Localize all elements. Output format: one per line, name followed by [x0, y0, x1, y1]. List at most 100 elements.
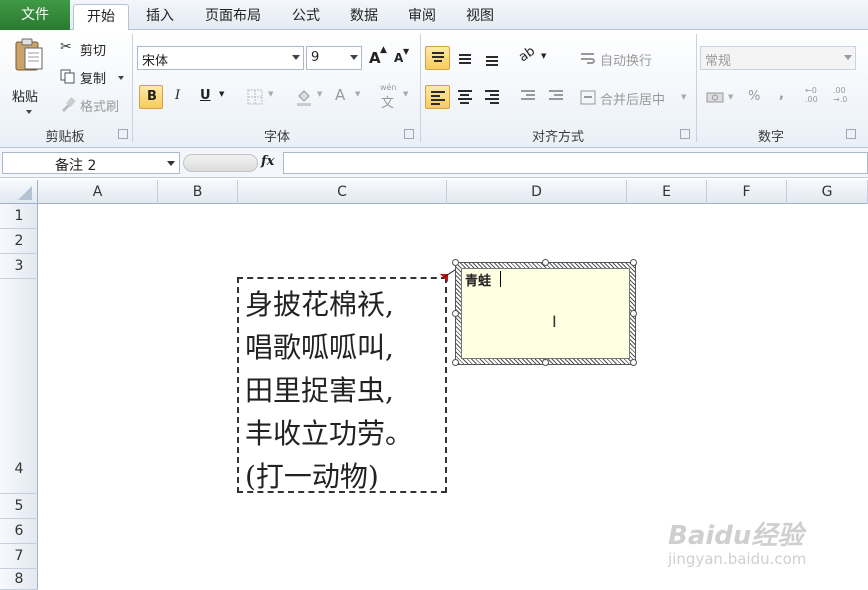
align-top-button[interactable]	[425, 46, 450, 70]
column-header[interactable]: B	[158, 180, 238, 204]
decrease-indent-button[interactable]	[516, 85, 541, 109]
align-center-button[interactable]	[453, 85, 478, 109]
font-color-button[interactable]: A ▼	[330, 85, 364, 109]
formula-input[interactable]	[283, 152, 868, 174]
number-dialog-launcher[interactable]	[846, 129, 856, 139]
comment-box[interactable]: 青蛙 I	[452, 259, 637, 366]
grow-font-button[interactable]: A ▲	[366, 45, 387, 70]
row-header-bar: 1 2 3 4 5 6 7 8	[0, 204, 38, 590]
align-right-icon	[485, 90, 499, 106]
row-header[interactable]: 5	[0, 494, 38, 519]
column-header-bar: A B C D E F G	[0, 180, 868, 204]
wrap-text-button[interactable]: 自动换行	[578, 48, 678, 70]
clipboard-group-label: 剪贴板	[45, 130, 85, 145]
column-header[interactable]: F	[707, 180, 787, 204]
cell-c4[interactable]: 身披花棉袄, 唱歌呱呱叫, 田里捉害虫, 丰收立功劳。 (打一动物)	[237, 277, 447, 493]
row-header[interactable]: 7	[0, 544, 38, 569]
column-header[interactable]: A	[38, 180, 158, 204]
resize-handle[interactable]	[630, 310, 637, 317]
comma-style-button[interactable]: ,	[772, 87, 792, 109]
resize-handle[interactable]	[452, 259, 459, 266]
underline-button[interactable]: U ▼	[195, 85, 227, 109]
resize-handle[interactable]	[542, 259, 549, 266]
align-center-icon	[458, 90, 472, 106]
column-header[interactable]: C	[238, 180, 447, 204]
align-right-button[interactable]	[480, 85, 505, 109]
tab-formulas[interactable]: 公式	[282, 4, 330, 30]
select-all-button[interactable]	[0, 180, 38, 204]
decrease-decimal-button[interactable]: .00 →.0	[832, 86, 856, 109]
tab-file[interactable]: 文件	[0, 0, 70, 30]
decrease-decimal-icon: .00 →.0	[833, 86, 848, 104]
row-header[interactable]: 1	[0, 204, 38, 229]
paste-button[interactable]: 粘贴	[6, 36, 50, 122]
clipboard-dialog-launcher[interactable]	[118, 129, 128, 139]
watermark-url: jingyan.baidu.com	[668, 550, 807, 568]
bold-button[interactable]: B	[139, 85, 163, 109]
riddle-line: 田里捉害虫,	[245, 374, 394, 407]
align-left-button[interactable]	[425, 85, 450, 109]
row-header[interactable]: 8	[0, 569, 38, 590]
row-header[interactable]: 3	[0, 254, 38, 279]
tab-view[interactable]: 视图	[456, 4, 504, 30]
name-box[interactable]: 备注 2	[2, 152, 180, 174]
alignment-dialog-launcher[interactable]	[680, 129, 690, 139]
format-painter-button[interactable]: 格式刷	[58, 94, 128, 116]
comment-text-area[interactable]: 青蛙 I	[461, 268, 630, 359]
row-header[interactable]: 6	[0, 519, 38, 544]
paste-label: 粘贴	[12, 90, 39, 105]
name-box-value: 备注 2	[55, 158, 97, 174]
tab-home[interactable]: 开始	[73, 4, 129, 31]
merge-center-button[interactable]: 合并后居中 ▼	[578, 87, 688, 109]
column-header[interactable]: D	[447, 180, 627, 204]
borders-button[interactable]: ▼	[243, 85, 277, 109]
number-format-combo[interactable]: 常规	[700, 46, 856, 70]
percent-style-button[interactable]: %	[744, 87, 764, 109]
font-name-combo[interactable]: 宋体	[137, 46, 304, 70]
grow-font-icon: A	[369, 49, 381, 67]
align-middle-button[interactable]	[453, 46, 478, 70]
row-header[interactable]: 2	[0, 229, 38, 254]
paint-bucket-icon	[297, 90, 311, 106]
borders-icon	[247, 89, 263, 105]
chevron-down-icon: ▼	[219, 90, 225, 98]
increase-decimal-button[interactable]: ←0.00	[804, 86, 828, 109]
riddle-line: 丰收立功劳。	[245, 417, 414, 450]
fill-color-button[interactable]: ▼	[292, 85, 326, 109]
currency-icon	[706, 92, 724, 103]
chevron-down-icon: ▼	[355, 90, 361, 98]
accounting-format-button[interactable]: ▼	[704, 87, 736, 109]
comment-text: 青蛙	[465, 274, 492, 289]
tab-page-layout[interactable]: 页面布局	[194, 4, 272, 30]
insert-function-button[interactable]: fx	[258, 153, 280, 173]
column-header[interactable]: E	[627, 180, 707, 204]
shrink-font-button[interactable]: A ▼	[390, 47, 410, 70]
tab-review[interactable]: 审阅	[398, 4, 446, 30]
resize-handle[interactable]	[542, 359, 549, 366]
font-size-combo[interactable]: 9	[306, 46, 362, 70]
increase-indent-button[interactable]	[544, 85, 569, 109]
paste-dropdown-arrow-icon	[26, 110, 32, 114]
resize-handle[interactable]	[452, 359, 459, 366]
wrap-text-label: 自动换行	[600, 54, 653, 69]
cut-button[interactable]: ✂ 剪切	[58, 38, 128, 60]
italic-button[interactable]: I	[167, 85, 191, 109]
column-header[interactable]: G	[787, 180, 868, 204]
text-orientation-icon: ab	[516, 43, 539, 66]
align-bottom-button[interactable]	[480, 46, 505, 70]
row-header[interactable]: 4	[0, 279, 38, 494]
chevron-down-icon: ▼	[317, 90, 323, 98]
font-dialog-launcher[interactable]	[404, 129, 414, 139]
tab-insert[interactable]: 插入	[136, 4, 184, 30]
font-group-label: 字体	[263, 130, 290, 145]
resize-handle[interactable]	[630, 359, 637, 366]
phonetic-button[interactable]: wén 文 ▼	[378, 83, 412, 111]
tab-data[interactable]: 数据	[340, 4, 388, 30]
comma-icon: ,	[779, 87, 784, 102]
copy-button[interactable]: 复制	[58, 66, 128, 88]
function-icon: fx	[261, 154, 275, 169]
caret-up-icon: ▲	[380, 45, 387, 55]
resize-handle[interactable]	[452, 310, 459, 317]
orientation-button[interactable]: ab ▼	[516, 43, 550, 70]
resize-handle[interactable]	[630, 259, 637, 266]
